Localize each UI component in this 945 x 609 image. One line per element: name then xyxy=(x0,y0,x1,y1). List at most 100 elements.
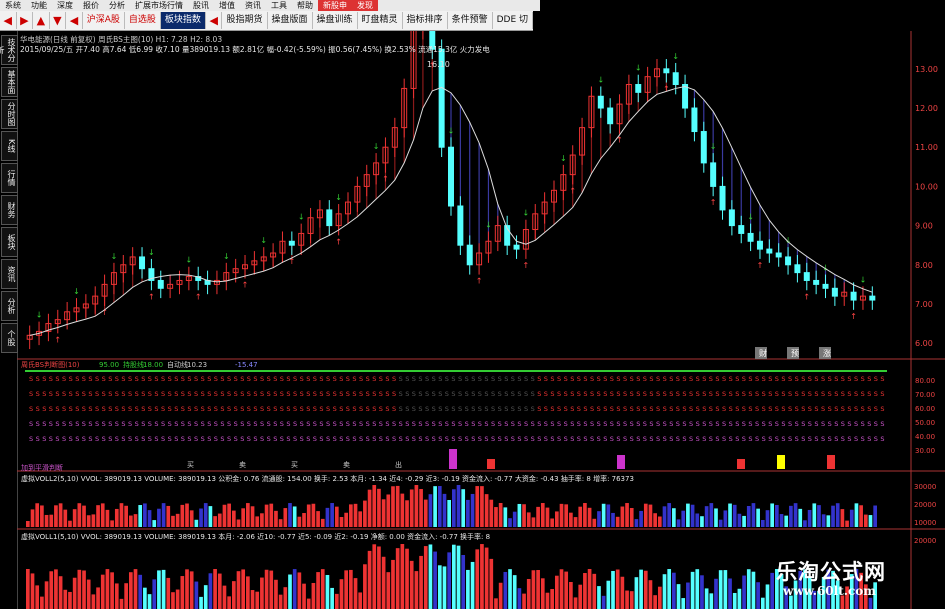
bs-signal-glyph: S xyxy=(247,375,251,383)
down-arrow-icon[interactable]: ▼ xyxy=(50,12,67,29)
bs-signal-glyph: S xyxy=(564,390,568,398)
sidebar-item-7[interactable]: 资讯 xyxy=(1,259,18,289)
toolbar-button-0[interactable]: 股指期货 xyxy=(222,12,268,29)
bs-signal-glyph: S xyxy=(557,390,561,398)
bs-signal-glyph: S xyxy=(702,435,706,443)
menu-item-0[interactable]: 系统 xyxy=(0,0,26,11)
menu-item-2[interactable]: 深度 xyxy=(52,0,78,11)
bs-signal-glyph: S xyxy=(861,420,865,428)
menu-item-12[interactable]: 发现 xyxy=(352,0,378,11)
back-arrow-icon[interactable]: ◀ xyxy=(0,12,17,29)
bs-signal-glyph: S xyxy=(649,390,653,398)
volume2-bar xyxy=(246,576,250,609)
forward-arrow-icon[interactable]: ▶ xyxy=(17,12,34,29)
bs-signal-glyph: S xyxy=(451,405,455,413)
bs-signal-glyph: S xyxy=(821,405,825,413)
volume-bar xyxy=(414,485,419,527)
menu-item-3[interactable]: 报价 xyxy=(78,0,104,11)
bs-signal-glyph: S xyxy=(135,390,139,398)
volume2-bar xyxy=(653,595,657,609)
volume2-bar xyxy=(311,582,316,609)
menu-item-6[interactable]: 股讯 xyxy=(188,0,214,11)
menu-item-8[interactable]: 资讯 xyxy=(240,0,266,11)
bs-signal-glyph: S xyxy=(42,435,46,443)
buy-arrow-icon: ↓ xyxy=(710,142,717,151)
bs-signal-glyph: S xyxy=(623,405,627,413)
tab-shanghai-shenzhen-a[interactable]: 沪深A股 xyxy=(83,12,125,29)
toolbar-button-6[interactable]: DDE 切 xyxy=(493,12,533,29)
buy-arrow-icon: ↓ xyxy=(448,126,455,135)
bs-signal-glyph: S xyxy=(115,435,119,443)
toolbar-button-4[interactable]: 指标排序 xyxy=(403,12,448,29)
sidebar-item-6[interactable]: 板块 xyxy=(1,227,18,257)
volume-bar xyxy=(367,489,372,527)
sidebar-item-9[interactable]: 个股 xyxy=(1,323,18,353)
sidebar-item-3[interactable]: K线 xyxy=(1,131,18,161)
bs-signal-glyph: S xyxy=(636,405,640,413)
bs-signal-glyph: S xyxy=(788,405,792,413)
price-axis-label: 8.00 xyxy=(915,261,933,270)
tab-sector-index[interactable]: 板块指数 xyxy=(160,12,206,29)
sidebar-item-8[interactable]: 分析 xyxy=(1,291,18,321)
bs-signal-glyph: S xyxy=(524,420,528,428)
bs-signal-glyph: S xyxy=(135,375,139,383)
volume2-bar xyxy=(503,571,508,609)
bs-signal-glyph: S xyxy=(253,390,257,398)
bs-signal-glyph: S xyxy=(649,405,653,413)
bs-signal-glyph: S xyxy=(841,405,845,413)
volume2-bar xyxy=(536,570,540,609)
stock-chart[interactable]: ↓↑↓↑↓↓↑↓↑↓↑↓↑↓↓↑↓↑↓↑↓↑↓↓↑↓↑↓↑↓↑↓↓↑↓↑↓↑↓↑… xyxy=(17,31,945,609)
bs-signal-glyph: S xyxy=(696,375,700,383)
sidebar-item-2[interactable]: 分时图 xyxy=(1,99,18,129)
bs-signal-glyph: S xyxy=(544,405,548,413)
bs-signal-glyph: S xyxy=(689,405,693,413)
bs-event-bar xyxy=(449,449,457,469)
bs-signal-glyph: S xyxy=(788,435,792,443)
volume-bar xyxy=(643,503,648,527)
toolbar-button-1[interactable]: 操盘版面 xyxy=(268,12,313,29)
bs-signal-glyph: S xyxy=(861,435,865,443)
bs-signal-glyph: S xyxy=(880,375,884,383)
tab-self-selected[interactable]: 自选股 xyxy=(125,12,161,29)
bs-signal-glyph: S xyxy=(115,390,119,398)
bs-signal-glyph: S xyxy=(201,405,205,413)
menu-item-5[interactable]: 扩展市场行情 xyxy=(130,0,188,11)
volume-bar xyxy=(803,520,807,527)
bs-signal-glyph: S xyxy=(372,390,376,398)
menu-item-7[interactable]: 增值 xyxy=(214,0,240,11)
bs-signal-glyph: S xyxy=(715,405,719,413)
toolbar-button-5[interactable]: 条件预警 xyxy=(448,12,493,29)
back-arrow-icon-2[interactable]: ◀ xyxy=(206,12,223,29)
volume-bar xyxy=(686,503,690,527)
menu-item-1[interactable]: 功能 xyxy=(26,0,52,11)
bs-signal-glyph: S xyxy=(847,435,851,443)
menu-item-11[interactable]: 新股申 xyxy=(318,0,352,11)
sell-arrow-icon: ↑ xyxy=(803,292,810,301)
prev-arrow-icon[interactable]: ◀ xyxy=(66,12,83,29)
bs-signal-glyph: S xyxy=(709,405,713,413)
candle-body xyxy=(710,162,717,187)
up-arrow-icon[interactable]: ▲ xyxy=(33,12,50,29)
sidebar-item-1[interactable]: 基本面 xyxy=(1,67,18,97)
bs-signal-glyph: S xyxy=(517,375,521,383)
sidebar-item-0[interactable]: 技术分析 xyxy=(0,35,18,65)
volume-bar xyxy=(873,505,877,527)
menu-item-4[interactable]: 分析 xyxy=(104,0,130,11)
toolbar-button-2[interactable]: 操盘训练 xyxy=(313,12,358,29)
sidebar-item-5[interactable]: 财务 xyxy=(1,195,18,225)
sidebar-item-4[interactable]: 行情 xyxy=(1,163,18,193)
menu-item-10[interactable]: 帮助 xyxy=(292,0,318,11)
volume-bar xyxy=(700,516,704,527)
bs-signal-glyph: S xyxy=(379,435,383,443)
bs-signal-glyph: S xyxy=(141,435,145,443)
toolbar-button-3[interactable]: 盯盘精灵 xyxy=(358,12,403,29)
volume-bar xyxy=(260,513,264,527)
volume2-bar xyxy=(105,569,110,609)
vol1-info-text: 虚拟VOLL2(5,10) VVOL: 389019.13 VOLUME: 38… xyxy=(21,474,634,483)
candle-body xyxy=(139,256,146,270)
bs-signal-glyph: S xyxy=(854,420,858,428)
volume-bar xyxy=(723,510,728,527)
volume2-bar xyxy=(667,569,672,609)
bs-signal-glyph: S xyxy=(82,435,86,443)
menu-item-9[interactable]: 工具 xyxy=(266,0,292,11)
